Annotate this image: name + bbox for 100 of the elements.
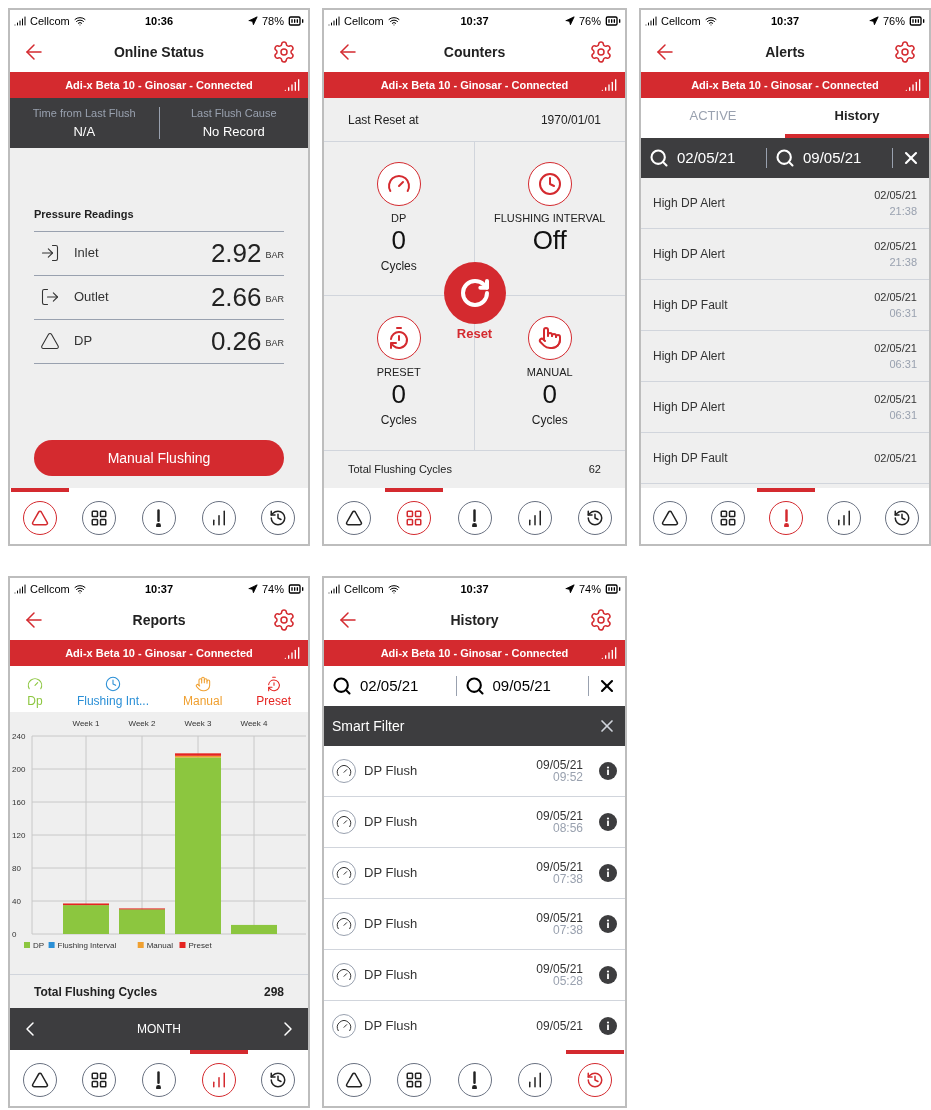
alert-time: 21:38	[889, 255, 917, 270]
info-button[interactable]	[599, 813, 617, 831]
counter-value: 0	[542, 380, 557, 407]
to-date-field[interactable]: 09/05/21	[464, 674, 580, 698]
last-reset-label: Last Reset at	[348, 111, 419, 129]
search-icon	[332, 676, 352, 696]
connection-text: Adi-x Beta 10 - Ginosar - Connected	[380, 77, 569, 93]
battery-icon	[288, 581, 304, 597]
wifi-icon	[73, 15, 86, 27]
triangle-icon	[345, 509, 364, 527]
selected-indicator	[10, 488, 69, 492]
y-tick-label: 0	[12, 930, 17, 939]
history-row[interactable]: DP Flush 09/05/21 07:38	[324, 899, 625, 950]
legend-label: Dp	[27, 693, 43, 710]
selected-indicator	[189, 1050, 248, 1054]
period-label: MONTH	[137, 1021, 181, 1038]
to-date-field[interactable]: 09/05/21	[775, 146, 884, 170]
search-icon	[775, 148, 795, 168]
location-icon	[248, 16, 258, 26]
legend-label: Manual	[182, 693, 223, 710]
battery-text: 78%	[262, 13, 284, 29]
reading-label: Inlet	[74, 244, 100, 263]
info-button[interactable]	[599, 966, 617, 984]
history-icon	[269, 1071, 288, 1089]
from-date-text: 02/05/21	[677, 147, 736, 168]
info-button[interactable]	[599, 762, 617, 780]
counter-unit: Cycles	[380, 257, 417, 275]
history-date: 09/05/21	[536, 861, 583, 873]
manual-flushing-button[interactable]: Manual Flushing	[34, 440, 284, 476]
unit-label: BAR	[265, 293, 284, 306]
alert-nav-button[interactable]	[142, 1063, 176, 1097]
alert-row[interactable]: High DP Alert 02/05/21 06:31	[641, 331, 929, 382]
alert-time: 06:31	[889, 306, 917, 321]
battery-icon	[288, 13, 304, 29]
connection-text: Adi-x Beta 10 - Ginosar - Connected	[691, 77, 879, 93]
smart-filter-label: Smart Filter	[332, 716, 405, 736]
exclamation-icon	[472, 1071, 477, 1089]
connection-text: Adi-x Beta 10 - Ginosar - Connected	[65, 77, 253, 93]
week-label: Week 3	[184, 719, 212, 728]
alert-row[interactable]: High DP Fault 02/05/21 06:31	[641, 280, 929, 331]
history-time: 07:38	[552, 873, 583, 885]
alert-row[interactable]: High DP Alert 02/05/21 06:31	[641, 382, 929, 433]
legend-entry: Flushing Interval	[48, 941, 117, 950]
legend-label: DP	[33, 941, 45, 950]
from-date-text: 02/05/21	[360, 675, 419, 696]
clock-icon	[104, 676, 121, 692]
history-title: DP Flush	[364, 966, 419, 985]
carrier-text: Cellcom	[344, 13, 384, 29]
from-date-field[interactable]: 02/05/21	[332, 674, 448, 698]
history-icon	[585, 509, 604, 527]
history-time: 09:52	[552, 771, 583, 783]
history-date: 09/05/21	[536, 810, 583, 822]
info-button[interactable]	[599, 1017, 617, 1035]
alert-row[interactable]: High DP Alert 02/05/21 21:38	[641, 229, 929, 280]
total-value: 298	[263, 983, 284, 1001]
screen-title: Counters	[443, 42, 506, 62]
reading-value: 2.66	[210, 284, 262, 310]
info-button[interactable]	[599, 915, 617, 933]
total-label: Total Flushing Cycles	[34, 983, 158, 1001]
to-date-text: 09/05/21	[492, 675, 551, 696]
signal-icon	[284, 77, 300, 93]
alert-row[interactable]: High DP Alert 02/05/21 21:38	[641, 178, 929, 229]
history-row[interactable]: DP Flush 09/05/21 07:38	[324, 848, 625, 899]
screen-title: History	[450, 610, 499, 630]
battery-text: 76%	[579, 13, 601, 29]
signal-icon	[14, 15, 26, 27]
info-button[interactable]	[599, 864, 617, 882]
history-title: DP Flush	[364, 864, 419, 883]
from-date-field[interactable]: 02/05/21	[649, 146, 758, 170]
history-date: 09/05/21	[536, 1020, 583, 1032]
search-icon	[649, 148, 669, 168]
wifi-icon	[73, 583, 86, 595]
battery-icon	[605, 13, 621, 29]
selected-indicator	[757, 488, 815, 492]
signal-icon	[645, 15, 657, 27]
settings-icon	[589, 40, 613, 64]
y-tick-label: 40	[12, 897, 21, 906]
reading-value: 2.92	[210, 240, 262, 266]
history-row[interactable]: DP Flush 09/05/21 09:52	[324, 746, 625, 797]
history-date: 09/05/21	[536, 912, 583, 924]
wifi-icon	[387, 15, 400, 27]
history-row[interactable]: DP Flush 09/05/21 05:28	[324, 950, 625, 1001]
connection-text: Adi-x Beta 10 - Ginosar - Connected	[380, 645, 569, 661]
gauge-icon	[376, 162, 421, 206]
counter-value: Off	[532, 226, 567, 253]
history-row[interactable]: DP Flush 09/05/21 08:56	[324, 797, 625, 848]
section-title: Pressure Readings	[34, 206, 284, 232]
clock-text: 10:37	[144, 581, 174, 597]
clock-text: 10:36	[144, 13, 174, 29]
signal-icon	[328, 583, 340, 595]
signal-icon	[14, 583, 26, 595]
gauge-icon	[27, 676, 43, 692]
location-icon	[565, 16, 575, 26]
triangle-icon	[661, 509, 679, 527]
alert-date: 02/05/21	[874, 238, 917, 254]
selected-indicator	[385, 488, 444, 492]
alert-row[interactable]: High DP Fault 02/05/21	[641, 433, 929, 484]
grid-icon	[719, 509, 737, 527]
reading-label: DP	[74, 332, 94, 351]
history-icon	[893, 509, 911, 527]
